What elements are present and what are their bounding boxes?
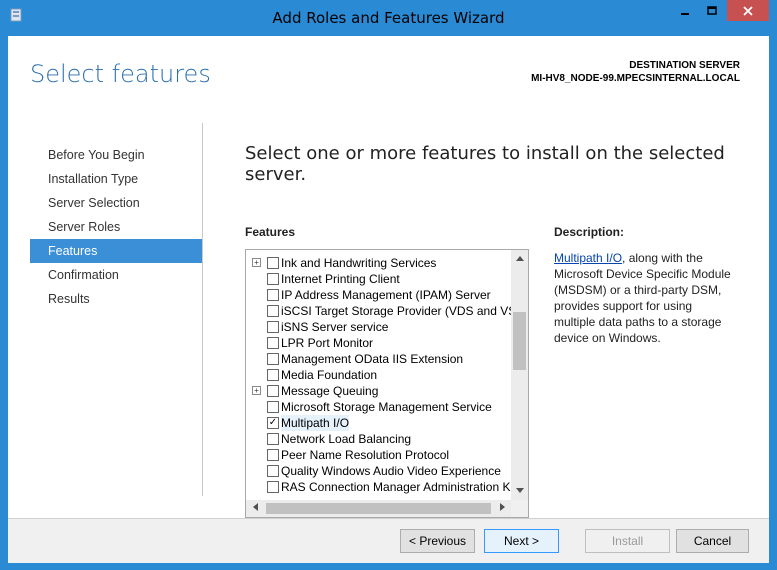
page-title: Select features bbox=[30, 60, 211, 88]
title-bar[interactable]: Add Roles and Features Wizard bbox=[0, 0, 777, 36]
feature-row[interactable]: Management OData IIS Extension bbox=[246, 351, 510, 367]
feature-row[interactable]: Network Load Balancing bbox=[246, 431, 510, 447]
feature-checkbox[interactable] bbox=[267, 449, 279, 461]
feature-checkbox[interactable] bbox=[267, 321, 279, 333]
install-button[interactable]: Install bbox=[585, 529, 670, 553]
destination-server-label: DESTINATION SERVER bbox=[629, 60, 740, 71]
feature-checkbox[interactable] bbox=[267, 401, 279, 413]
maximize-icon bbox=[706, 5, 717, 15]
feature-row[interactable]: Media Foundation bbox=[246, 367, 510, 383]
feature-row[interactable]: iSCSI Target Storage Provider (VDS and V… bbox=[246, 303, 524, 319]
footer-divider bbox=[8, 518, 769, 519]
scroll-up-button[interactable] bbox=[511, 250, 528, 267]
feature-row[interactable]: Peer Name Resolution Protocol bbox=[246, 447, 510, 463]
arrow-up-icon bbox=[515, 256, 524, 261]
feature-label: Message Queuing bbox=[281, 384, 379, 398]
description-text: Multipath I/O, along with the Microsoft … bbox=[554, 250, 732, 346]
feature-label: Internet Printing Client bbox=[281, 272, 400, 286]
previous-button[interactable]: < Previous bbox=[400, 529, 475, 553]
close-icon bbox=[743, 5, 753, 16]
feature-checkbox[interactable] bbox=[267, 465, 279, 477]
feature-row[interactable]: RAS Connection Manager Administration Ki bbox=[246, 479, 514, 495]
description-label: Description: bbox=[554, 225, 625, 239]
feature-label: Network Load Balancing bbox=[281, 432, 412, 446]
nav-item-server-roles[interactable]: Server Roles bbox=[30, 215, 202, 239]
feature-checkbox[interactable] bbox=[267, 257, 279, 269]
nav-item-server-selection[interactable]: Server Selection bbox=[30, 191, 202, 215]
nav-divider bbox=[202, 123, 203, 496]
expand-icon[interactable]: + bbox=[252, 258, 261, 267]
feature-label: iSCSI Target Storage Provider (VDS and V… bbox=[281, 304, 525, 318]
minimize-button[interactable] bbox=[672, 0, 697, 21]
feature-checkbox[interactable] bbox=[267, 369, 279, 381]
feature-checkbox[interactable] bbox=[267, 305, 279, 317]
feature-checkbox[interactable] bbox=[267, 385, 279, 397]
feature-label: Quality Windows Audio Video Experience bbox=[281, 464, 501, 478]
maximize-button[interactable] bbox=[699, 0, 724, 21]
feature-row[interactable]: + Ink and Handwriting Services bbox=[246, 255, 510, 271]
nav-item-before-you-begin[interactable]: Before You Begin bbox=[30, 143, 202, 167]
feature-row[interactable]: + Message Queuing bbox=[246, 383, 510, 399]
expand-icon[interactable]: + bbox=[252, 386, 261, 395]
feature-label: Microsoft Storage Management Service bbox=[281, 400, 492, 414]
nav-item-features[interactable]: Features bbox=[30, 239, 202, 263]
feature-label: Peer Name Resolution Protocol bbox=[281, 448, 450, 462]
vertical-scrollbar[interactable] bbox=[511, 250, 528, 500]
feature-label: Management OData IIS Extension bbox=[281, 352, 464, 366]
feature-label: Multipath I/O bbox=[281, 415, 350, 431]
horizontal-scrollbar[interactable] bbox=[246, 500, 528, 517]
scroll-right-button[interactable] bbox=[494, 500, 511, 517]
wizard-nav: Before You Begin Installation Type Serve… bbox=[30, 143, 202, 311]
window-title: Add Roles and Features Wizard bbox=[272, 9, 505, 27]
feature-label: iSNS Server service bbox=[281, 320, 389, 334]
feature-row[interactable]: LPR Port Monitor bbox=[246, 335, 510, 351]
wizard-client-area: Select features DESTINATION SERVER MI-HV… bbox=[8, 36, 769, 563]
destination-server-name: MI-HV8_NODE-99.MPECSINTERNAL.LOCAL bbox=[531, 73, 740, 84]
features-tree-rows: + Ink and Handwriting Services Internet Pr… bbox=[246, 255, 524, 495]
feature-checkbox[interactable] bbox=[267, 481, 279, 493]
feature-label: Ink and Handwriting Services bbox=[281, 256, 437, 270]
vertical-scroll-thumb[interactable] bbox=[513, 312, 526, 370]
feature-label: RAS Connection Manager Administration Ki bbox=[281, 480, 514, 494]
feature-row[interactable]: Microsoft Storage Management Service bbox=[246, 399, 510, 415]
feature-row[interactable]: ✓ Multipath I/O bbox=[246, 415, 510, 431]
next-button[interactable]: Next > bbox=[484, 529, 559, 553]
minimize-icon bbox=[680, 12, 689, 15]
instruction-text: Select one or more features to install o… bbox=[245, 143, 725, 185]
description-link[interactable]: Multipath I/O bbox=[554, 251, 622, 265]
wizard-body: Before You Begin Installation Type Serve… bbox=[8, 123, 769, 518]
description-body: , along with the Microsoft Device Specif… bbox=[554, 251, 731, 345]
close-button[interactable] bbox=[727, 0, 769, 21]
feature-checkbox[interactable] bbox=[267, 353, 279, 365]
feature-checkbox[interactable] bbox=[267, 273, 279, 285]
scroll-down-button[interactable] bbox=[511, 483, 528, 500]
wizard-header: Select features DESTINATION SERVER MI-HV… bbox=[8, 36, 769, 123]
wizard-window: Add Roles and Features Wizard Select fea… bbox=[0, 0, 777, 570]
feature-label: LPR Port Monitor bbox=[281, 336, 374, 350]
arrow-down-icon bbox=[515, 488, 524, 493]
horizontal-scroll-thumb[interactable] bbox=[266, 503, 491, 514]
feature-row[interactable]: iSNS Server service bbox=[246, 319, 510, 335]
arrow-left-icon bbox=[252, 503, 258, 511]
feature-label: Media Foundation bbox=[281, 368, 378, 382]
arrow-right-icon bbox=[499, 503, 505, 511]
scroll-left-button[interactable] bbox=[246, 500, 263, 517]
feature-checkbox[interactable] bbox=[267, 337, 279, 349]
cancel-button[interactable]: Cancel bbox=[676, 529, 749, 553]
nav-item-confirmation[interactable]: Confirmation bbox=[30, 263, 202, 287]
feature-checkbox[interactable]: ✓ bbox=[267, 417, 279, 429]
feature-checkbox[interactable] bbox=[267, 289, 279, 301]
nav-item-results[interactable]: Results bbox=[30, 287, 202, 311]
scrollbar-corner bbox=[511, 500, 528, 517]
feature-row[interactable]: Quality Windows Audio Video Experience bbox=[246, 463, 510, 479]
feature-row[interactable]: IP Address Management (IPAM) Server bbox=[246, 287, 510, 303]
nav-item-installation-type[interactable]: Installation Type bbox=[30, 167, 202, 191]
feature-checkbox[interactable] bbox=[267, 433, 279, 445]
feature-label: IP Address Management (IPAM) Server bbox=[281, 288, 491, 302]
feature-row[interactable]: Internet Printing Client bbox=[246, 271, 510, 287]
features-tree[interactable]: + Ink and Handwriting Services Internet Pr… bbox=[245, 249, 529, 518]
features-label: Features bbox=[245, 225, 296, 239]
